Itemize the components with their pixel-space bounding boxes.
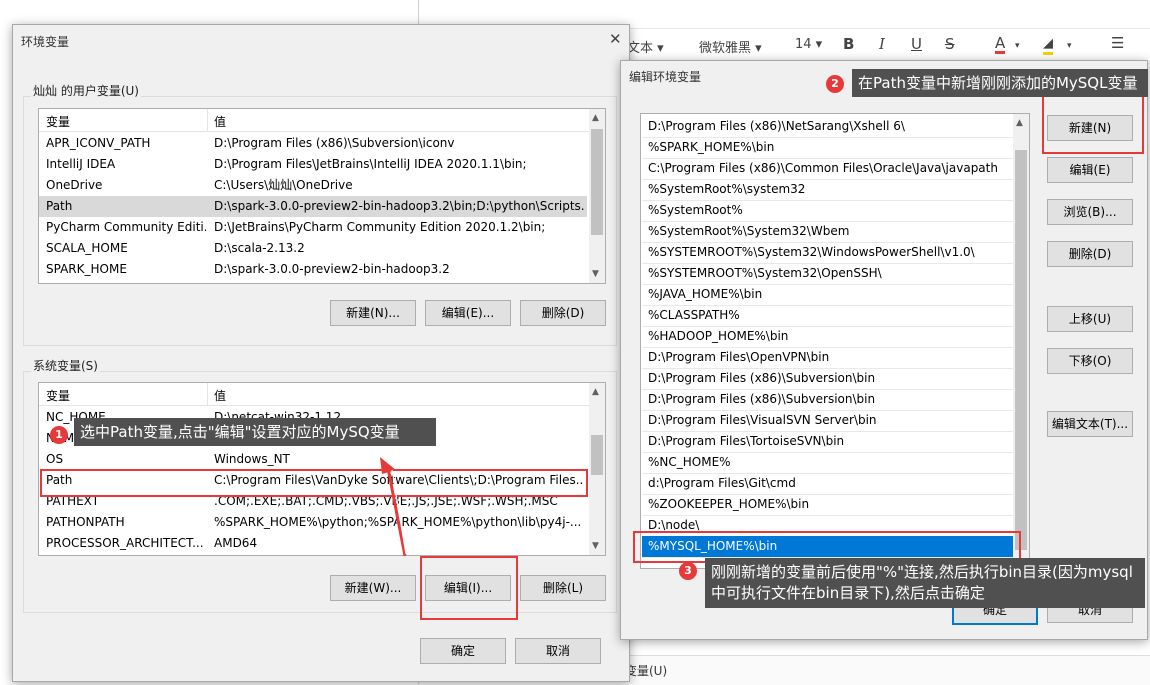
- annotation-badge-1: 1: [50, 426, 68, 444]
- annotation-badge-3: 3: [679, 562, 697, 580]
- annotation-callout-1: 选中Path变量,点击"编辑"设置对应的MySQ变量: [74, 418, 436, 446]
- annotation-1-text: 选中Path变量,点击"编辑"设置对应的MySQ变量: [80, 423, 400, 441]
- annotation-3-text: 刚刚新增的变量前后使用"%"连接,然后执行bin目录(因为mysql中可执行文件…: [711, 563, 1133, 602]
- annotation-2-text: 在Path变量中新增刚刚添加的MySQL变量: [858, 74, 1138, 92]
- annotation-badge-2: 2: [826, 75, 844, 93]
- annotation-callout-2: 在Path变量中新增刚刚添加的MySQL变量: [852, 69, 1148, 97]
- annotation-callout-3: 刚刚新增的变量前后使用"%"连接,然后执行bin目录(因为mysql中可执行文件…: [705, 558, 1145, 608]
